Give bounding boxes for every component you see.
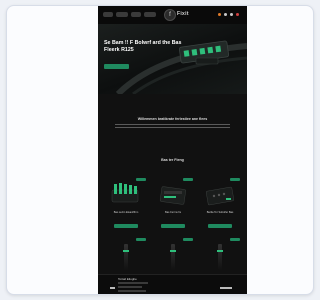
nav-item[interactable]	[103, 12, 113, 17]
footer: Tortail Eliughe	[98, 274, 247, 294]
user-icon[interactable]	[224, 13, 227, 16]
top-navigation-bar: f Fixit	[98, 6, 247, 25]
add-to-cart-button[interactable]	[114, 224, 138, 228]
product-badge	[183, 238, 193, 241]
hero-banner: Se Bam !! F Bolwrf ard the Bas Fleerk R1…	[98, 24, 247, 94]
nav-item[interactable]	[116, 12, 128, 17]
product-image	[111, 183, 139, 203]
brand-name[interactable]: Fixit	[177, 11, 189, 17]
hero-product-image	[115, 40, 247, 94]
product-name[interactable]: Bas sertin Eleaniffirm	[106, 211, 146, 218]
footer-text	[118, 290, 146, 292]
product-card[interactable]	[153, 238, 193, 272]
intro-heading: Willemmen bratikrate ferlestiee ane flee…	[137, 117, 208, 121]
footer-icon	[110, 287, 115, 289]
product-badge	[136, 178, 146, 181]
footer-label: Tortail Eliughe	[118, 277, 137, 281]
add-to-cart-button[interactable]	[161, 224, 185, 228]
cart-icon[interactable]	[218, 13, 221, 16]
hero-cta-button[interactable]	[104, 64, 129, 69]
product-image	[124, 244, 128, 270]
menu-icon[interactable]	[236, 13, 239, 16]
product-image	[171, 244, 175, 270]
product-card[interactable]	[106, 238, 146, 272]
product-accent	[123, 250, 129, 252]
product-badge	[230, 178, 240, 181]
webpage-preview: f Fixit Se Bam !! F Bolwrf ard the Bas F…	[98, 6, 247, 294]
search-icon[interactable]	[230, 13, 233, 16]
footer-icon	[220, 287, 232, 289]
add-to-cart-button[interactable]	[208, 224, 232, 228]
product-badge	[136, 238, 146, 241]
shop-heading: Bas ter Fieng	[161, 158, 184, 162]
product-badge	[183, 178, 193, 181]
product-accent	[170, 250, 176, 252]
product-image	[205, 186, 235, 206]
preview-card: f Fixit Se Bam !! F Bolwrf ard the Bas F…	[6, 5, 314, 295]
product-accent	[217, 250, 223, 252]
product-image	[159, 186, 186, 205]
intro-paragraph	[115, 123, 230, 130]
footer-text	[118, 282, 148, 284]
product-name[interactable]: Bartla Tor Sobofler Bas	[200, 211, 240, 218]
hero-title: Se Bam !! F Bolwrf ard the Bas Fleerk R1…	[104, 40, 182, 53]
nav-item[interactable]	[131, 12, 141, 17]
product-image	[218, 244, 222, 270]
product-name[interactable]: Bas Ferrns fis	[153, 211, 193, 218]
brand-logo[interactable]: f	[164, 9, 176, 21]
product-card[interactable]	[200, 238, 240, 272]
nav-item[interactable]	[144, 12, 156, 17]
footer-text	[118, 286, 142, 288]
product-badge	[230, 238, 240, 241]
